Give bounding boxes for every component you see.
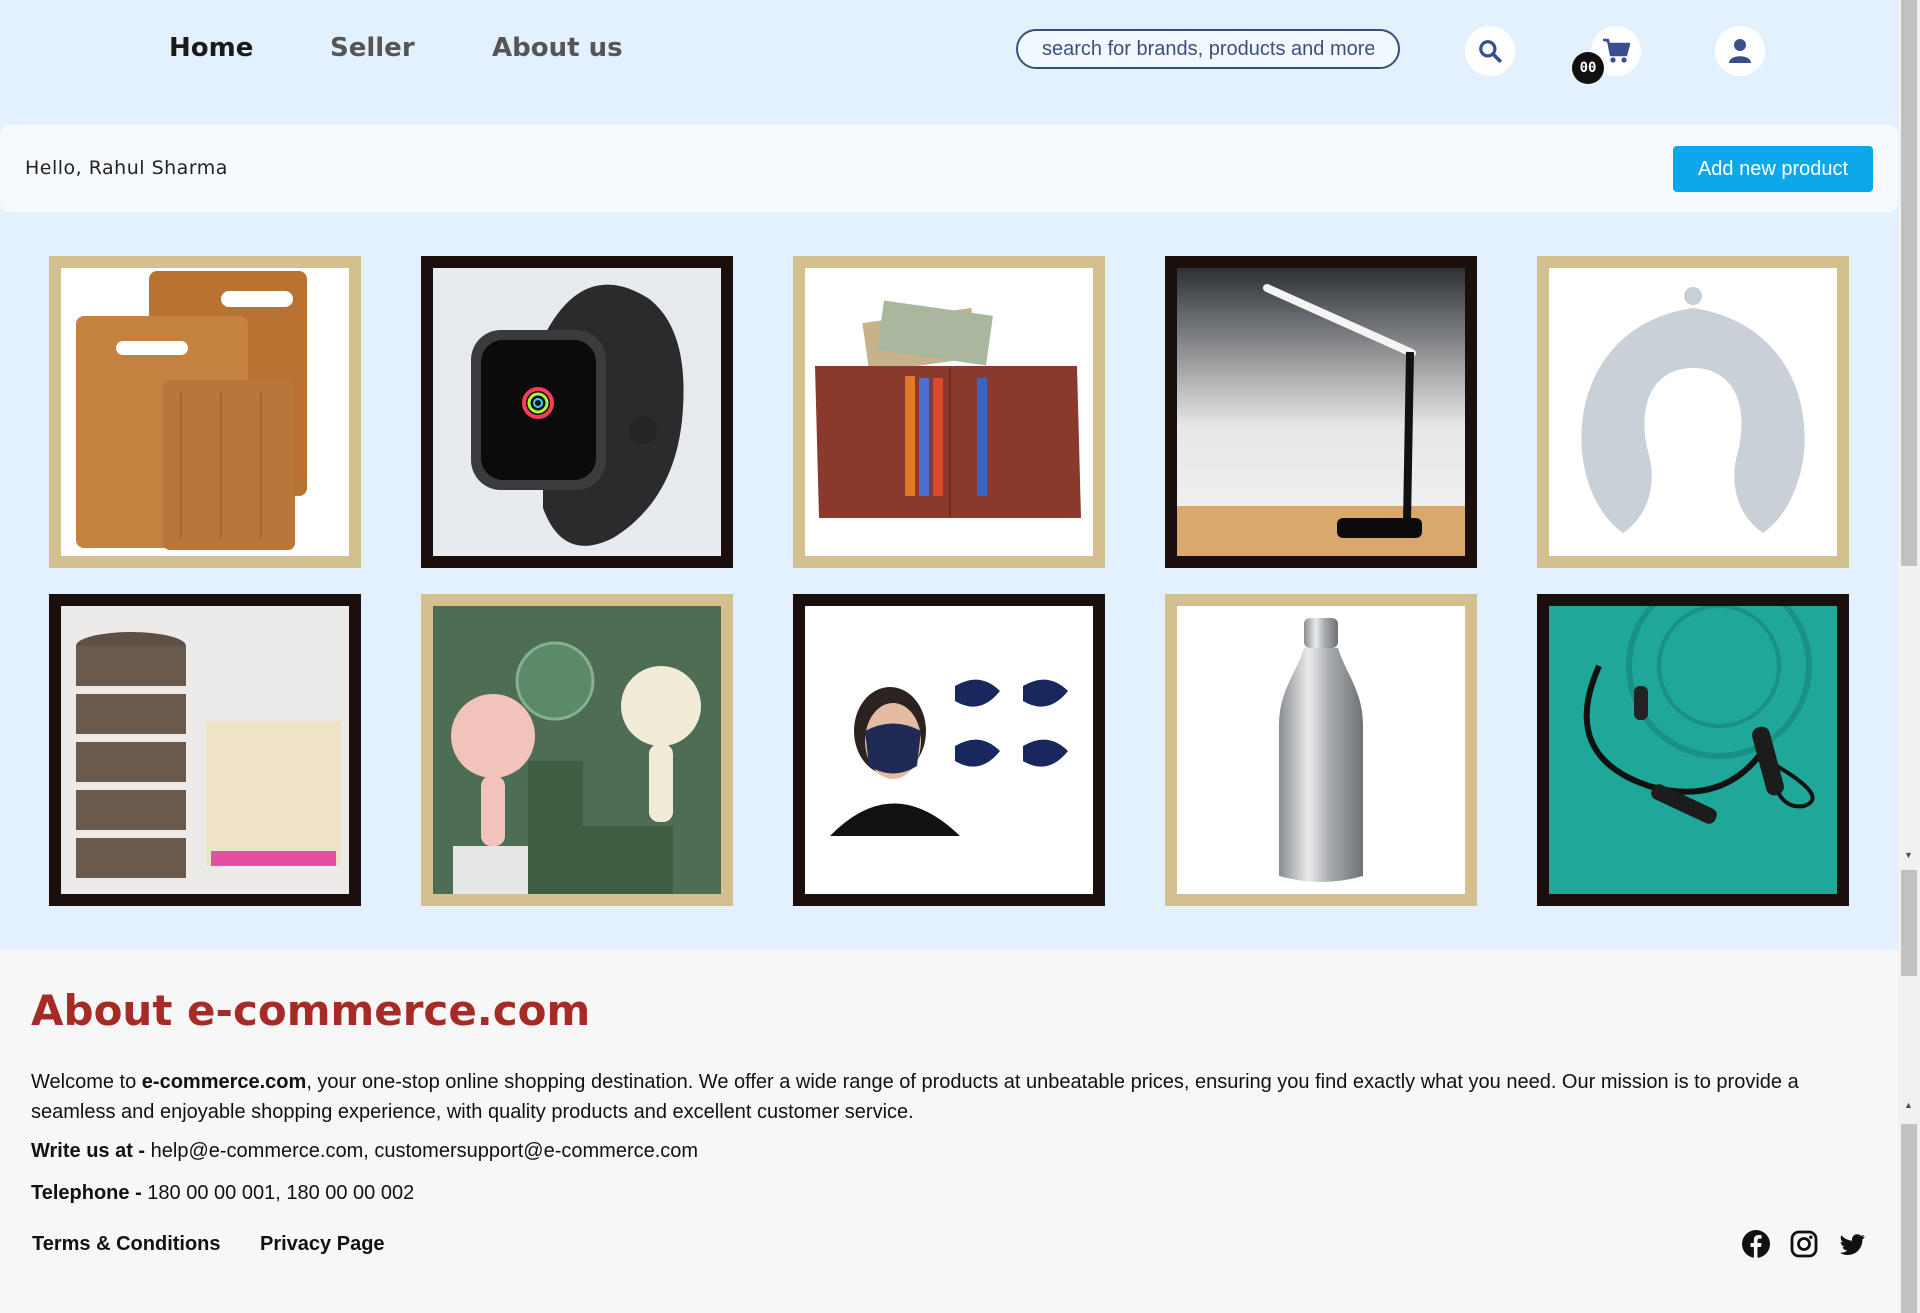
scroll-down-arrow-icon[interactable]: ▼	[1904, 850, 1913, 860]
neck-pillow-image	[1549, 268, 1837, 556]
product-card[interactable]	[49, 256, 361, 568]
steel-bottle-image	[1177, 606, 1465, 894]
telephone-label: Telephone -	[31, 1182, 142, 1204]
product-card[interactable]	[421, 256, 733, 568]
handheld-fan-image	[433, 606, 721, 894]
nav-about-link[interactable]: About us	[492, 33, 623, 63]
greeting-bar: Hello, Rahul Sharma Add new product	[0, 125, 1898, 212]
page-scrollbar[interactable]: ▼ ▲	[1898, 0, 1920, 1313]
cookware-set-image	[61, 606, 349, 894]
about-footer: About e-commerce.com Welcome to e-commer…	[0, 950, 1898, 1313]
add-new-product-button[interactable]: Add new product	[1673, 146, 1873, 192]
product-card[interactable]	[1165, 256, 1477, 568]
search-icon	[1479, 40, 1502, 63]
write-us-label: Write us at -	[31, 1140, 146, 1162]
greeting-text: Hello, Rahul Sharma	[25, 157, 228, 179]
about-description: Welcome to e-commerce.com, your one-stop…	[31, 1067, 1831, 1127]
nav-home-link[interactable]: Home	[169, 33, 253, 63]
leather-wallet-image	[805, 268, 1093, 556]
cutting-boards-image	[61, 268, 349, 556]
telephone-numbers[interactable]: 180 00 00 001, 180 00 00 002	[142, 1182, 414, 1204]
instagram-icon[interactable]	[1789, 1229, 1819, 1259]
product-card[interactable]	[49, 594, 361, 906]
terms-conditions-link[interactable]: Terms & Conditions	[32, 1233, 221, 1256]
scrollbar-thumb-middle[interactable]	[1901, 870, 1917, 976]
facebook-icon[interactable]	[1741, 1229, 1771, 1259]
search-button[interactable]	[1465, 26, 1515, 76]
search-input[interactable]	[1016, 29, 1400, 69]
product-grid	[49, 256, 1850, 906]
cart-count-badge: 00	[1572, 52, 1604, 84]
product-card[interactable]	[1537, 594, 1849, 906]
write-us-line: Write us at - help@e-commerce.com, custo…	[31, 1140, 698, 1163]
profile-button[interactable]	[1715, 26, 1765, 76]
privacy-page-link[interactable]: Privacy Page	[260, 1233, 385, 1256]
scroll-up-arrow-icon[interactable]: ▲	[1904, 1100, 1913, 1110]
product-card[interactable]	[1165, 594, 1477, 906]
smartwatch-image	[433, 268, 721, 556]
neckband-earphones-image	[1549, 606, 1837, 894]
product-card[interactable]	[793, 256, 1105, 568]
about-intro-prefix: Welcome to	[31, 1071, 142, 1093]
scrollbar-thumb-upper[interactable]	[1901, 0, 1917, 566]
product-card[interactable]	[1537, 256, 1849, 568]
telephone-line: Telephone - 180 00 00 001, 180 00 00 002	[31, 1182, 414, 1205]
scrollbar-thumb-lower[interactable]	[1901, 1124, 1917, 1313]
nav-seller-link[interactable]: Seller	[330, 33, 415, 63]
product-card[interactable]	[793, 594, 1105, 906]
user-icon	[1729, 39, 1751, 63]
face-masks-image	[805, 606, 1093, 894]
write-us-emails[interactable]: help@e-commerce.com, customersupport@e-c…	[145, 1140, 698, 1162]
about-title: About e-commerce.com	[31, 986, 591, 1035]
cart-icon	[1603, 38, 1631, 63]
desk-lamp-image	[1177, 268, 1465, 556]
top-navbar: Home Seller About us 00	[0, 0, 1898, 124]
about-brand-name: e-commerce.com	[141, 1071, 307, 1093]
product-card[interactable]	[421, 594, 733, 906]
twitter-icon[interactable]	[1837, 1229, 1867, 1259]
